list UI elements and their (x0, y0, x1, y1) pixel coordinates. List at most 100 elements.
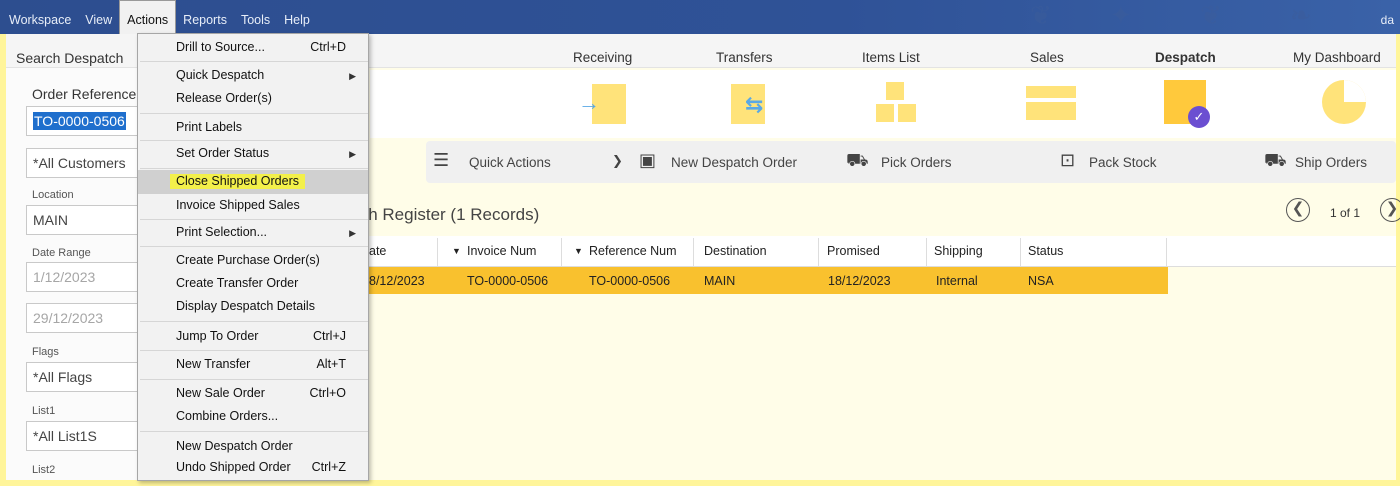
tab-transfers[interactable]: Transfers (716, 50, 773, 65)
order-reference-label: Order Reference (32, 86, 137, 102)
menu-item-set-order-status[interactable]: Set Order Status ▶ (138, 142, 368, 166)
pack-box-icon: ⊡ (1060, 150, 1076, 170)
menu-item-shortcut: Ctrl+Z (311, 460, 346, 474)
menu-item-print-labels[interactable]: Print Labels (138, 116, 368, 140)
menu-item-label: Undo Shipped Order (176, 460, 291, 474)
menu-item-new-sale-order[interactable]: New Sale Order Ctrl+O (138, 382, 368, 406)
menu-item-label: Set Order Status (176, 146, 270, 160)
column-divider (561, 238, 562, 266)
menu-separator (140, 140, 368, 141)
menu-item-quick-despatch[interactable]: Quick Despatch ▶ (138, 64, 368, 88)
tab-receiving[interactable]: Receiving (573, 50, 632, 65)
cell-date: 8/12/2023 (369, 274, 425, 288)
menu-item-new-transfer[interactable]: New Transfer Alt+T (138, 353, 368, 377)
menu-item-invoice-shipped-sales[interactable]: Invoice Shipped Sales (138, 194, 368, 218)
column-divider (693, 238, 694, 266)
column-header-destination[interactable]: Destination (704, 244, 767, 258)
menu-item-create-transfer-order[interactable]: Create Transfer Order (138, 272, 368, 296)
cell-shipping: Internal (936, 274, 978, 288)
column-header-shipping[interactable]: Shipping (934, 244, 983, 258)
dashboard-icon[interactable] (1320, 80, 1366, 126)
despatch-icon[interactable]: ✓ (1162, 80, 1210, 128)
menu-item-shortcut: Ctrl+O (309, 386, 346, 400)
transfers-icon[interactable]: ⇆ (727, 80, 773, 126)
cell-invoice-num: TO-0000-0506 (467, 274, 549, 288)
chevron-left-icon[interactable]: ❮ (1286, 198, 1310, 222)
pack-stock-button[interactable]: Pack Stock (1089, 155, 1157, 170)
new-despatch-order-button[interactable]: New Despatch Order (671, 155, 797, 170)
register-title: tch Register (1 Records) (355, 205, 540, 224)
location-label: Location (32, 189, 74, 201)
location-select[interactable]: MAIN (26, 205, 141, 235)
menu-item-undo-shipped-order[interactable]: Undo Shipped Order Ctrl+Z (138, 458, 368, 482)
leaf-decoration-icon: ❦ (1200, 0, 1222, 30)
chevron-down-icon[interactable]: ❯ (612, 153, 623, 169)
menu-separator (140, 219, 368, 220)
menu-item-label: Display Despatch Details (176, 299, 315, 313)
date-from-input[interactable]: 1/12/2023 (26, 262, 141, 292)
quick-actions-button[interactable]: Quick Actions (469, 155, 551, 170)
leaf-decoration-icon: ❦ (1030, 0, 1052, 30)
flags-select[interactable]: *All Flags (26, 362, 141, 392)
pick-orders-button[interactable]: Pick Orders (881, 155, 952, 170)
menu-item-create-purchase-orders[interactable]: Create Purchase Order(s) (138, 249, 368, 273)
menu-item-combine-orders[interactable]: Combine Orders... (138, 405, 368, 429)
user-initials[interactable]: da (1381, 13, 1394, 27)
menu-separator (140, 61, 368, 62)
forklift-icon: ⛟ (846, 150, 869, 170)
sort-icon[interactable]: ▼ (574, 246, 583, 256)
menu-item-label: Print Selection... (176, 225, 268, 239)
sort-icon[interactable]: ▼ (452, 246, 461, 256)
receiving-icon[interactable]: → (578, 80, 628, 126)
menu-list-icon: ☰ (433, 150, 450, 170)
menu-item-close-shipped-orders[interactable]: Close Shipped Orders (138, 170, 368, 194)
order-reference-input[interactable]: TO-0000-0506 (26, 106, 141, 136)
column-header-reference-num[interactable]: Reference Num (589, 244, 677, 258)
column-header-status[interactable]: Status (1028, 244, 1063, 258)
menu-item-label: Quick Despatch (176, 68, 265, 82)
menu-item-label: Drill to Source... (176, 40, 265, 54)
ship-orders-button[interactable]: Ship Orders (1295, 155, 1367, 170)
menu-item-label: Create Purchase Order(s) (176, 253, 320, 267)
menu-item-display-despatch-details[interactable]: Display Despatch Details (138, 295, 368, 319)
menu-item-drill-to-source[interactable]: Drill to Source... Ctrl+D (138, 36, 368, 60)
menu-item-new-despatch-order[interactable]: New Despatch Order (138, 435, 368, 459)
menu-help[interactable]: Help (277, 0, 317, 34)
column-header-date[interactable]: ate (369, 244, 386, 258)
new-order-icon: ▣ (639, 150, 657, 170)
customers-select[interactable]: *All Customers (26, 148, 141, 178)
menu-separator (140, 113, 368, 114)
menu-reports[interactable]: Reports (176, 0, 234, 34)
menu-tools[interactable]: Tools (234, 0, 277, 34)
menu-item-release-orders[interactable]: Release Order(s) (138, 87, 368, 111)
leaf-decoration-icon: ❧ (1290, 0, 1312, 30)
tab-items-list[interactable]: Items List (862, 50, 920, 65)
menu-actions[interactable]: Actions (119, 0, 177, 34)
chevron-right-icon[interactable]: ❯ (1380, 198, 1400, 222)
menu-separator (140, 168, 368, 169)
sales-icon[interactable] (1022, 80, 1078, 126)
menu-item-shortcut: Ctrl+J (313, 329, 346, 343)
date-to-input[interactable]: 29/12/2023 (26, 303, 141, 333)
submenu-arrow-icon: ▶ (349, 149, 356, 159)
tab-sales[interactable]: Sales (1030, 50, 1064, 65)
list2-label: List2 (32, 464, 56, 476)
menu-view[interactable]: View (78, 0, 119, 34)
pager-text: 1 of 1 (1330, 206, 1361, 220)
items-list-icon[interactable] (870, 80, 916, 126)
menu-item-shortcut: Alt+T (316, 357, 346, 371)
menu-item-label: Combine Orders... (176, 409, 279, 423)
menu-item-jump-to-order[interactable]: Jump To Order Ctrl+J (138, 325, 368, 349)
tab-despatch[interactable]: Despatch (1155, 50, 1216, 65)
column-header-invoice-num[interactable]: Invoice Num (467, 244, 536, 258)
cell-destination: MAIN (704, 274, 736, 288)
menu-item-print-selection[interactable]: Print Selection... ▶ (138, 221, 368, 245)
list1-select[interactable]: *All List1S (26, 421, 141, 451)
menu-item-label: New Despatch Order (176, 439, 293, 453)
menu-workspace[interactable]: Workspace (2, 0, 78, 34)
tab-my-dashboard[interactable]: My Dashboard (1293, 50, 1381, 65)
column-divider (437, 238, 438, 266)
leaf-decoration-icon: ✦ (1110, 0, 1132, 30)
column-divider (818, 238, 819, 266)
column-header-promised[interactable]: Promised (827, 244, 880, 258)
